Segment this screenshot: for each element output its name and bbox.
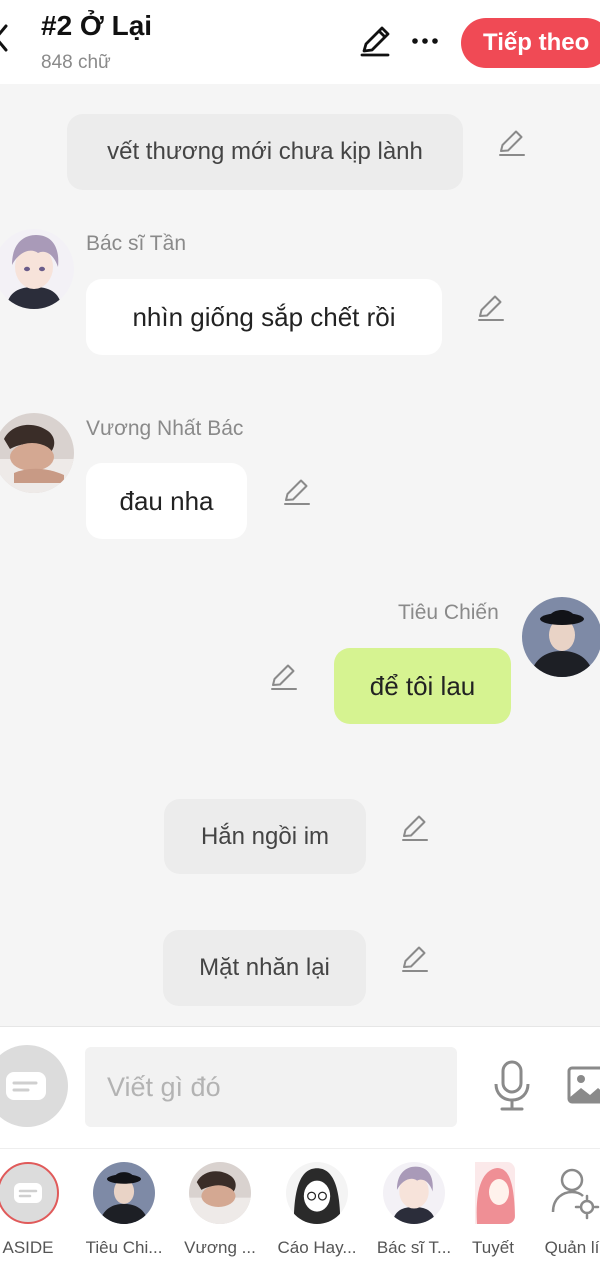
more-icon[interactable] [410,26,440,56]
avatar [475,1162,515,1224]
message-bubble-outgoing[interactable]: để tôi lau [334,648,511,724]
sender-name: Vương Nhất Bác [86,417,244,440]
avatar [286,1162,348,1224]
character-aside[interactable]: ASIDE [0,1162,68,1262]
chapter-title: #2 Ở Lại [41,10,153,41]
pencil-icon[interactable] [496,127,528,159]
photo-man-hat-avatar-icon [522,597,600,677]
word-count: 848 chữ [41,52,111,73]
pencil-icon[interactable] [399,812,431,844]
character-tuyet[interactable]: Tuyết [453,1162,533,1262]
pencil-icon[interactable] [399,943,431,975]
character-bac-si-tan[interactable]: Bác sĩ T... [374,1162,454,1262]
photo-man-sleeping-avatar-icon [0,413,74,493]
pencil-icon[interactable] [281,476,313,508]
character-label: Vương ... [184,1238,256,1257]
narration-bubble[interactable]: Hắn ngồi im [164,799,366,874]
character-tieu-chien[interactable]: Tiêu Chi... [84,1162,164,1262]
user-settings-icon [541,1162,600,1224]
sender-name: Tiêu Chiến [398,601,499,624]
chevron-left-icon[interactable] [0,22,12,54]
character-label: Tiêu Chi... [85,1238,163,1257]
avatar[interactable] [0,229,74,309]
avatar [189,1162,251,1224]
character-cao-hay[interactable]: Cáo Hay... [277,1162,357,1262]
avatar[interactable] [0,413,74,493]
sender-name: Bác sĩ Tần [86,232,186,255]
image-icon[interactable] [566,1064,600,1106]
aside-icon [0,1162,59,1224]
aside-icon [6,1072,46,1100]
character-vuong[interactable]: Vương ... [180,1162,260,1262]
avatar[interactable] [522,597,600,677]
message-bubble-incoming[interactable]: nhìn giống sắp chết rồi [86,279,442,355]
narration-bubble[interactable]: vết thương mới chưa kịp lành [67,114,463,190]
character-label: ASIDE [2,1238,54,1257]
pencil-icon[interactable] [268,661,300,693]
message-bubble-incoming[interactable]: đau nha [86,463,247,539]
message-input[interactable] [85,1047,457,1127]
pencil-icon[interactable] [358,24,392,58]
next-chapter-button[interactable]: Tiếp theo [461,18,600,68]
top-bar: #2 Ở Lại 848 chữ Tiếp theo [0,0,600,84]
microphone-icon[interactable] [490,1060,534,1112]
character-label: Quản lí [544,1238,600,1257]
narration-bubble[interactable]: Mặt nhăn lại [163,930,366,1006]
character-manager[interactable]: Quản lí [532,1162,600,1262]
avatar [383,1162,445,1224]
character-label: Cáo Hay... [277,1238,357,1257]
pencil-icon[interactable] [475,292,507,324]
aside-toggle-button[interactable] [0,1045,68,1127]
avatar [93,1162,155,1224]
anime-man-avatar-icon [0,229,74,309]
